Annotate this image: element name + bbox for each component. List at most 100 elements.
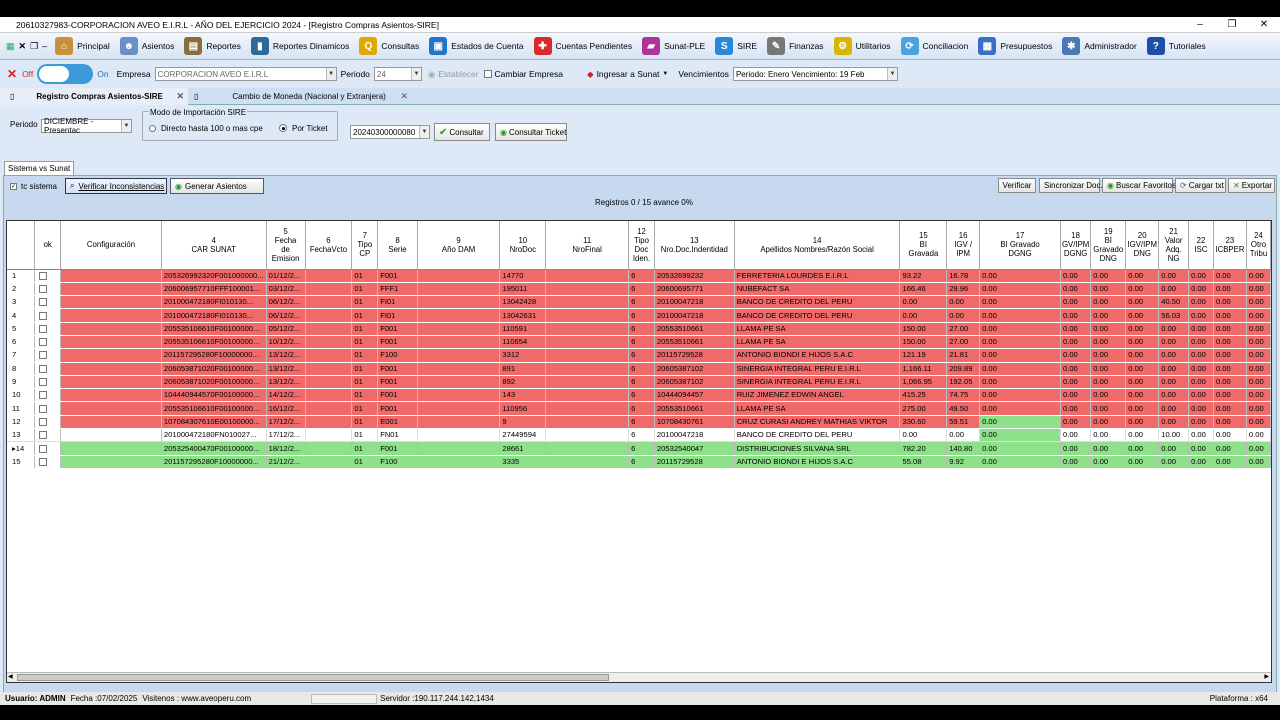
- table-cell[interactable]: 205326992320F001000000...: [161, 269, 267, 283]
- power-off-icon[interactable]: ✕: [7, 67, 17, 81]
- column-header[interactable]: 19 BI Gravado DNG: [1090, 221, 1127, 270]
- sincronizar-doc-button[interactable]: Sincronizar Doc.: [1039, 178, 1103, 193]
- close-tab-icon[interactable]: ✕: [400, 91, 408, 102]
- table-cell[interactable]: 107084307610E00100000...: [161, 415, 267, 430]
- table-cell[interactable]: 0.00: [1158, 388, 1190, 403]
- table-cell[interactable]: 0.00: [1246, 322, 1271, 336]
- table-cell[interactable]: 201000472180FI010130...: [161, 308, 267, 323]
- table-cell[interactable]: 0.00: [1060, 282, 1092, 297]
- ticket-select[interactable]: 20240300000080 ▼: [350, 125, 430, 139]
- menu-item-reportes-dinamicos[interactable]: ▮ Reportes Dinamicos: [250, 37, 349, 55]
- configuracion-cell[interactable]: [60, 322, 162, 336]
- table-cell[interactable]: 0.00: [1090, 388, 1127, 403]
- table-cell[interactable]: 192.05: [946, 375, 981, 390]
- table-cell[interactable]: 0.00: [946, 308, 981, 323]
- table-cell[interactable]: 6: [628, 415, 655, 430]
- table-cell[interactable]: 206053871020F00100000...: [161, 362, 267, 376]
- table-cell[interactable]: 0.00: [1158, 441, 1190, 456]
- table-cell[interactable]: 201157295280F10000000...: [161, 455, 267, 469]
- table-cell[interactable]: [305, 269, 353, 283]
- table-cell[interactable]: 18/12/2...: [266, 441, 306, 456]
- table-cell[interactable]: 0.00: [1188, 441, 1214, 456]
- table-cell[interactable]: 140.80: [946, 441, 981, 456]
- table-cell[interactable]: 0.00: [946, 295, 981, 310]
- table-cell[interactable]: 0.00: [1060, 322, 1092, 336]
- table-cell[interactable]: 892: [499, 375, 547, 390]
- table-cell[interactable]: FN01: [377, 428, 418, 443]
- table-cell[interactable]: 0.00: [1213, 388, 1247, 403]
- establecer-button[interactable]: ◉ Establecer: [428, 69, 479, 80]
- tab-sistema-vs-sunat[interactable]: Sistema vs Sunat: [4, 161, 75, 175]
- table-cell[interactable]: 0.00: [1246, 348, 1271, 363]
- table-cell[interactable]: 16/12/2...: [266, 401, 306, 416]
- consultar-ticket-button[interactable]: ◉ Consultar Ticket: [495, 123, 567, 141]
- table-cell[interactable]: 195011: [499, 282, 547, 297]
- table-cell[interactable]: 74.75: [946, 388, 981, 403]
- table-cell[interactable]: 0.00: [1060, 348, 1092, 363]
- table-cell[interactable]: 0.00: [979, 295, 1061, 310]
- table-cell[interactable]: 0.00: [1188, 308, 1214, 323]
- configuracion-cell[interactable]: [60, 348, 162, 363]
- table-cell[interactable]: [545, 455, 630, 469]
- table-cell[interactable]: 0.00: [1213, 322, 1247, 336]
- table-cell[interactable]: FI01: [377, 295, 418, 310]
- table-cell[interactable]: 0.00: [979, 401, 1061, 416]
- table-cell[interactable]: 0.00: [1060, 335, 1092, 350]
- table-cell[interactable]: 0.00: [1125, 282, 1160, 297]
- table-cell[interactable]: 0.00: [1125, 308, 1160, 323]
- table-cell[interactable]: [305, 441, 353, 456]
- table-cell[interactable]: 55.08: [899, 455, 948, 469]
- table-cell[interactable]: 0.00: [1090, 455, 1127, 469]
- table-row[interactable]: 4 201000472180FI010130... 06/12/2... 01 FI01…: [7, 308, 1271, 323]
- table-cell[interactable]: 0.00: [1158, 362, 1190, 376]
- table-cell[interactable]: 01: [351, 455, 379, 469]
- table-cell[interactable]: 0.00: [1246, 295, 1271, 310]
- table-cell[interactable]: 150.00: [899, 335, 948, 350]
- table-cell[interactable]: 0.00: [1246, 335, 1271, 350]
- table-cell[interactable]: 01: [351, 388, 379, 403]
- table-cell[interactable]: [545, 295, 630, 310]
- table-cell[interactable]: 01: [351, 295, 379, 310]
- configuracion-cell[interactable]: [60, 375, 162, 390]
- table-cell[interactable]: 415.25: [899, 388, 948, 403]
- table-cell[interactable]: 20115729528: [654, 348, 735, 363]
- table-cell[interactable]: 40.50: [1158, 295, 1190, 310]
- online-toggle[interactable]: [37, 64, 94, 84]
- table-cell[interactable]: RUIZ JIMENEZ EDWIN ANGEL: [734, 388, 901, 403]
- ok-checkbox[interactable]: [39, 431, 48, 440]
- table-cell[interactable]: 201000472180FI010130...: [161, 295, 267, 310]
- table-cell[interactable]: [305, 362, 353, 376]
- table-cell[interactable]: SINERGIA INTEGRAL PERU E.I.R.L: [734, 362, 901, 376]
- column-header[interactable]: 18 GV/IPM DGNG: [1060, 221, 1092, 270]
- ok-checkbox[interactable]: [39, 417, 48, 426]
- table-cell[interactable]: 0.00: [1125, 348, 1160, 363]
- table-cell[interactable]: 6: [628, 348, 655, 363]
- table-cell[interactable]: 6: [628, 335, 655, 350]
- table-cell[interactable]: 6: [628, 269, 655, 283]
- table-cell[interactable]: 0.00: [1125, 441, 1160, 456]
- table-cell[interactable]: 205325400470F00100000...: [161, 441, 267, 456]
- table-cell[interactable]: [417, 348, 501, 363]
- table-cell[interactable]: 6: [628, 388, 655, 403]
- table-cell[interactable]: 0.00: [1125, 428, 1160, 443]
- consultar-button[interactable]: ✔ Consultar: [434, 123, 490, 141]
- menu-item-administrador[interactable]: ✱ Administrador: [1062, 37, 1137, 55]
- ok-checkbox[interactable]: [39, 378, 48, 387]
- radio-ticket[interactable]: [279, 124, 287, 132]
- ok-checkbox[interactable]: [39, 338, 48, 347]
- table-cell[interactable]: 56.03: [1158, 308, 1190, 323]
- table-cell[interactable]: NUBEFACT SA: [734, 282, 901, 297]
- column-header[interactable]: 5 Fecha de Emision: [266, 221, 306, 270]
- table-cell[interactable]: 0.00: [1213, 428, 1247, 443]
- table-cell[interactable]: [417, 428, 501, 443]
- column-header[interactable]: 24 Otro Tribu: [1246, 221, 1271, 270]
- table-cell[interactable]: E001: [377, 415, 418, 430]
- table-cell[interactable]: 201000472180FN010027...: [161, 428, 267, 443]
- table-cell[interactable]: SINERGIA INTEGRAL PERU E.I.R.L: [734, 375, 901, 390]
- table-cell[interactable]: 0.00: [1213, 348, 1247, 363]
- table-cell[interactable]: 0.00: [1188, 428, 1214, 443]
- table-cell[interactable]: 13/12/2...: [266, 362, 306, 376]
- table-cell[interactable]: 49.50: [946, 401, 981, 416]
- table-cell[interactable]: 0.00: [1090, 415, 1127, 430]
- table-cell[interactable]: 0.00: [1125, 401, 1160, 416]
